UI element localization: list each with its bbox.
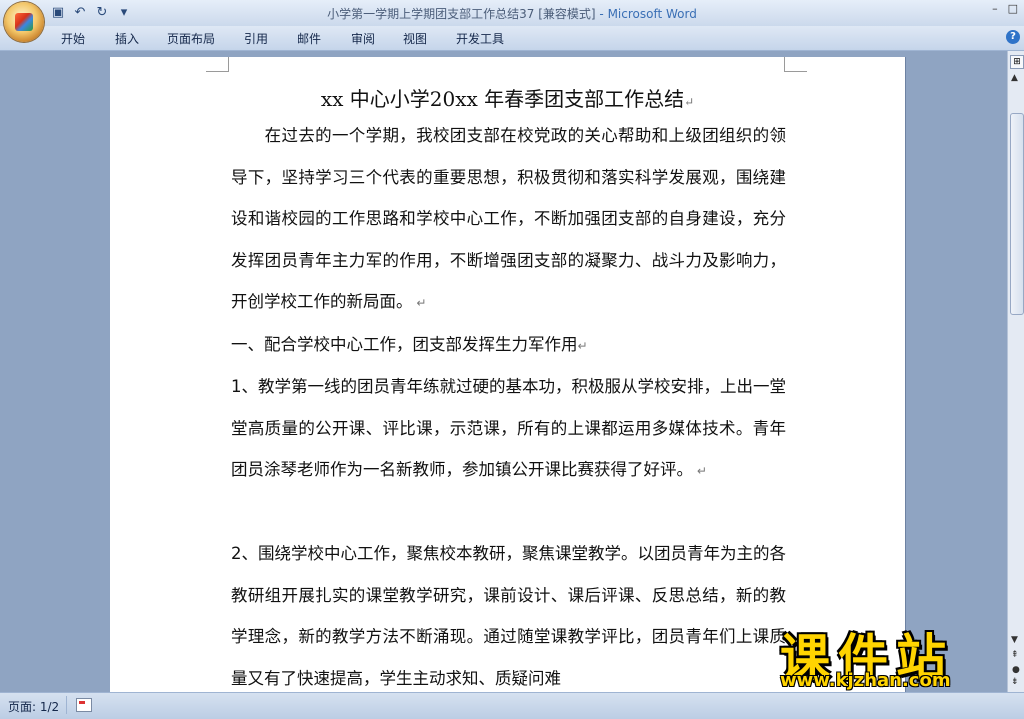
window-title: 小学第一学期上学期团支部工作总结37 [兼容模式] - Microsoft Wo… [0, 5, 1024, 22]
document-heading: xx 中心小学20xx 年春季团支部工作总结↵ [230, 83, 785, 112]
proofing-status-icon[interactable] [76, 698, 92, 712]
ribbon-tabs: 开始 插入 页面布局 引用 邮件 审阅 视图 开发工具 ? [0, 26, 1024, 51]
document-name: 小学第一学期上学期团支部工作总结37 [兼容模式] [327, 7, 596, 21]
paragraph-mark-icon: ↵ [577, 339, 588, 353]
redo-icon[interactable]: ↻ [94, 5, 110, 21]
customize-icon[interactable]: ▾ [116, 5, 132, 21]
office-button[interactable] [4, 2, 44, 42]
vertical-scrollbar[interactable]: ⊞ ▲ ▼ ⇞ ● ⇟ [1007, 51, 1024, 692]
tab-page-layout[interactable]: 页面布局 [167, 30, 215, 47]
status-divider [66, 696, 67, 714]
paragraph-mark-icon: ↵ [412, 296, 427, 310]
crop-mark-top-right [784, 57, 807, 72]
tab-view[interactable]: 视图 [403, 30, 427, 47]
help-icon[interactable]: ? [1006, 30, 1020, 44]
section-heading-1: 一、配合学校中心工作，团支部发挥生力军作用↵ [231, 324, 786, 368]
page-indicator[interactable]: 页面: 1/2 [8, 698, 59, 715]
tab-mailings[interactable]: 邮件 [297, 30, 321, 47]
tab-insert[interactable]: 插入 [115, 30, 139, 47]
paragraph-mark-icon: ↵ [693, 464, 707, 478]
view-ruler-icon[interactable]: ⊞ [1010, 55, 1024, 69]
minimize-button[interactable]: – [992, 2, 998, 15]
save-icon[interactable]: ▣ [50, 5, 66, 21]
title-bar: 小学第一学期上学期团支部工作总结37 [兼容模式] - Microsoft Wo… [0, 0, 1024, 26]
paragraph-text: 在过去的一个学期，我校团支部在校党政的关心帮助和上级团组织的领导下，坚持学习三个… [231, 126, 786, 311]
watermark-url: www.kjzhan.com [780, 670, 951, 691]
paragraph-intro: 在过去的一个学期，我校团支部在校党政的关心帮助和上级团组织的领导下，坚持学习三个… [231, 115, 786, 325]
paragraph-item-1: 1、教学第一线的团员青年练就过硬的基本功，积极服从学校安排，上出一堂堂高质量的公… [231, 366, 786, 493]
app-name: - Microsoft Word [599, 7, 697, 21]
tab-review[interactable]: 审阅 [351, 30, 375, 47]
tab-references[interactable]: 引用 [244, 30, 268, 47]
paragraph-text: 2、围绕学校中心工作，聚焦校本教研，聚焦课堂教学。以团员青年为主的各教研组开展扎… [231, 544, 786, 688]
document-workspace: xx 中心小学20xx 年春季团支部工作总结↵ 在过去的一个学期，我校团支部在校… [0, 51, 1007, 692]
status-bar: 页面: 1/2 [0, 692, 1024, 719]
tab-developer[interactable]: 开发工具 [456, 30, 504, 47]
tab-home[interactable]: 开始 [61, 30, 85, 47]
scroll-thumb[interactable] [1010, 113, 1024, 315]
window-controls: – □ [992, 2, 1018, 15]
quick-access-toolbar: ▣ ↶ ↻ ▾ [50, 4, 132, 22]
document-page[interactable]: xx 中心小学20xx 年春季团支部工作总结↵ 在过去的一个学期，我校团支部在校… [110, 57, 905, 692]
document-heading-text: xx 中心小学20xx 年春季团支部工作总结 [320, 87, 685, 111]
paragraph-item-2: 2、围绕学校中心工作，聚焦校本教研，聚焦课堂教学。以团员青年为主的各教研组开展扎… [231, 533, 786, 692]
office-logo-icon [15, 13, 33, 31]
site-watermark: 课件站 www.kjzhan.com [770, 618, 1020, 692]
maximize-button[interactable]: □ [1008, 2, 1018, 15]
paragraph-mark-icon: ↵ [684, 95, 695, 109]
undo-icon[interactable]: ↶ [72, 5, 88, 21]
paragraph-text: 一、配合学校中心工作，团支部发挥生力军作用 [231, 335, 578, 354]
crop-mark-top-left [206, 57, 229, 72]
scroll-up-icon[interactable]: ▲ [1011, 73, 1018, 83]
